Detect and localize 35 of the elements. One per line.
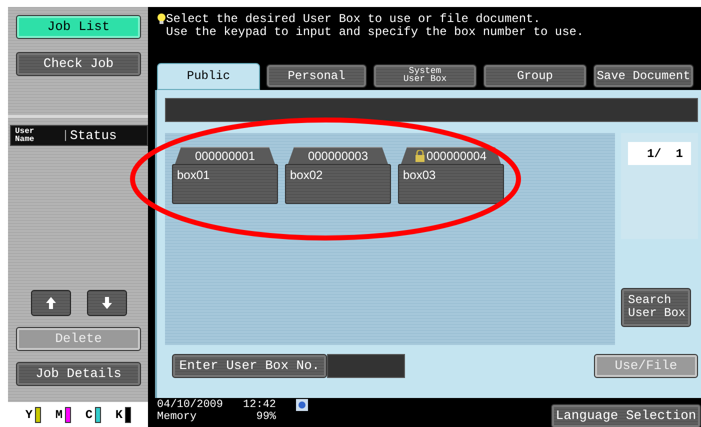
box-number: 000000001 (194, 149, 256, 163)
box-number: 000000003 (308, 149, 368, 163)
toner-label: M (55, 408, 63, 422)
memory-label: Memory (157, 411, 198, 423)
box-name: box02 (290, 168, 323, 182)
scroll-up-button[interactable] (30, 290, 70, 316)
box-number: 000000004 (426, 149, 487, 163)
sidebar-button[interactable]: Job List (16, 15, 141, 39)
tab[interactable]: Group (483, 64, 587, 88)
down-arrow-icon (102, 297, 112, 309)
tab[interactable]: Personal (266, 64, 367, 88)
language-selection-button[interactable]: Language Selection (551, 404, 701, 427)
column-header: User Name (14, 128, 36, 143)
box-name: box01 (177, 168, 210, 182)
scroll-down-button[interactable] (86, 290, 126, 316)
sidebar-button[interactable]: Job Details (16, 362, 141, 386)
search-user-box-button[interactable]: Search User Box (621, 288, 691, 326)
date-text: 04/10/2009 (157, 399, 224, 411)
box-name: box03 (403, 168, 436, 182)
tab[interactable]: Save Document (593, 64, 694, 88)
toner-label: Y (25, 408, 33, 422)
enter-box-number-button[interactable]: Enter User Box No. (172, 354, 327, 378)
toner-label: K (115, 408, 123, 422)
lightbulb-icon (157, 13, 166, 25)
memory-value: 99% (256, 411, 276, 423)
sidebar-button[interactable]: Check Job (16, 52, 141, 76)
column-header: Status (65, 130, 147, 142)
toner-label: C (85, 408, 93, 422)
instruction-text: Select the desired User Box to use or file document. Use the keypad to input and specify the box number to use. (166, 13, 584, 41)
page-indicator: 1/ 1 (628, 142, 691, 165)
tab[interactable]: System User Box (373, 64, 477, 88)
time-text: 12:42 (243, 399, 276, 411)
up-arrow-icon (46, 297, 56, 309)
box-number-field[interactable] (327, 354, 405, 378)
tab[interactable]: Public (157, 63, 260, 90)
